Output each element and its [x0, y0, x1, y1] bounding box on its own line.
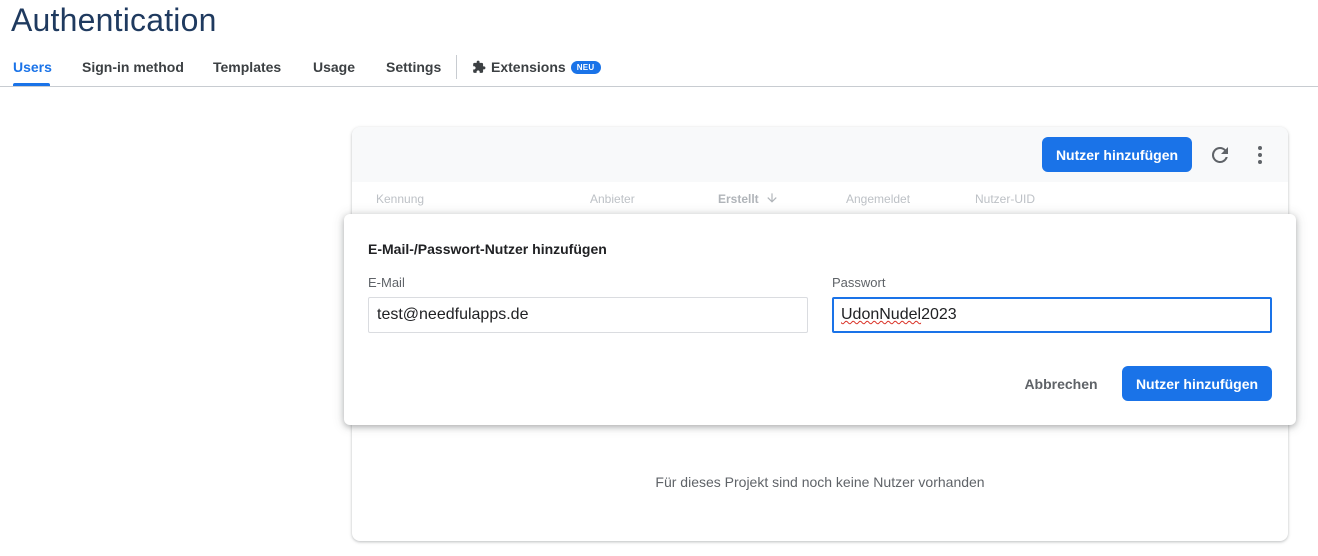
column-header-nutzer-uid[interactable]: Nutzer-UID [975, 192, 1035, 206]
tab-divider [456, 55, 457, 79]
column-header-kennung[interactable]: Kennung [376, 192, 424, 206]
column-header-anbieter[interactable]: Anbieter [590, 192, 635, 206]
password-value-spellchecked: UdonNudel [841, 306, 922, 323]
arrow-down-icon [765, 191, 779, 205]
submit-add-user-button[interactable]: Nutzer hinzufügen [1122, 366, 1272, 401]
add-user-button[interactable]: Nutzer hinzufügen [1042, 137, 1192, 172]
page-title: Authentication [11, 2, 217, 38]
column-header-erstellt[interactable]: Erstellt [718, 192, 759, 206]
empty-state-message: Für dieses Projekt sind noch keine Nutze… [655, 474, 985, 490]
active-tab-indicator [13, 83, 50, 86]
tab-extensions[interactable]: Extensions NEU [472, 59, 601, 75]
email-label: E-Mail [368, 275, 405, 290]
tab-users[interactable]: Users [13, 59, 52, 75]
new-badge: NEU [570, 61, 601, 74]
cancel-button[interactable]: Abbrechen [1016, 366, 1106, 402]
column-header-angemeldet[interactable]: Angemeldet [846, 192, 910, 206]
tab-extensions-label: Extensions [491, 59, 566, 75]
password-value-rest: 2023 [921, 306, 957, 323]
tab-bar: Users Sign-in method Templates Usage Set… [0, 50, 1318, 87]
password-field[interactable]: UdonNudel2023 [832, 297, 1272, 333]
tab-templates[interactable]: Templates [213, 59, 281, 75]
tab-sign-in-method[interactable]: Sign-in method [82, 59, 184, 75]
dialog-title: E-Mail-/Passwort-Nutzer hinzufügen [368, 241, 607, 257]
tab-settings[interactable]: Settings [386, 59, 441, 75]
password-label: Passwort [832, 275, 886, 290]
tab-usage[interactable]: Usage [313, 59, 355, 75]
add-user-dialog: E-Mail-/Passwort-Nutzer hinzufügen E-Mai… [344, 214, 1296, 425]
refresh-icon[interactable] [1208, 143, 1232, 167]
more-vert-icon[interactable] [1248, 143, 1272, 167]
email-field[interactable] [368, 297, 808, 333]
extensions-icon [472, 60, 486, 74]
